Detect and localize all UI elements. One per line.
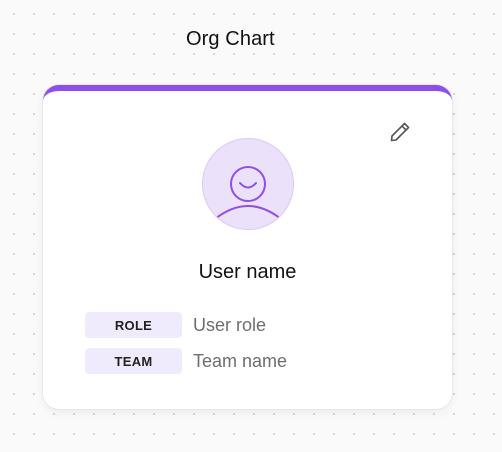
team-badge: TEAM (85, 348, 182, 374)
user-avatar-icon (214, 166, 282, 220)
role-field: ROLE User role (85, 312, 266, 338)
role-badge: ROLE (85, 312, 182, 338)
role-value: User role (193, 314, 267, 335)
org-chart-card[interactable]: User name ROLE User role TEAM Team name (43, 85, 452, 409)
edit-button[interactable] (387, 119, 413, 145)
team-field: TEAM Team name (85, 348, 287, 374)
user-name: User name (198, 261, 297, 283)
page-title: Org Chart (186, 28, 275, 50)
team-value: Team name (193, 350, 288, 371)
pencil-icon (390, 122, 410, 142)
user-avatar (202, 138, 294, 230)
